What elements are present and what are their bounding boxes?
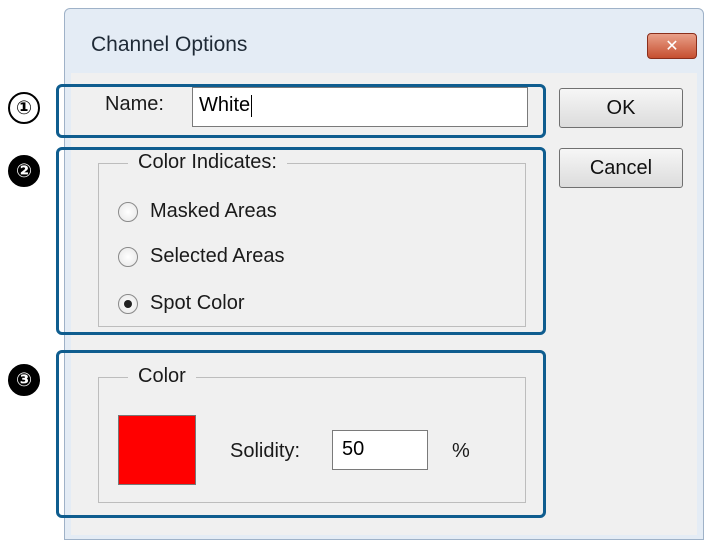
callout-box-2	[56, 147, 546, 335]
cancel-button[interactable]: Cancel	[559, 148, 683, 188]
callout-number-1: ①	[8, 92, 40, 124]
dialog-title: Channel Options	[91, 33, 248, 56]
callout-number-2: ②	[8, 155, 40, 187]
callout-box-1	[56, 84, 546, 138]
ok-button[interactable]: OK	[559, 88, 683, 128]
callout-box-3	[56, 350, 546, 518]
close-icon: ✕	[665, 38, 679, 55]
callout-number-3: ③	[8, 364, 40, 396]
close-button[interactable]: ✕	[647, 33, 697, 59]
